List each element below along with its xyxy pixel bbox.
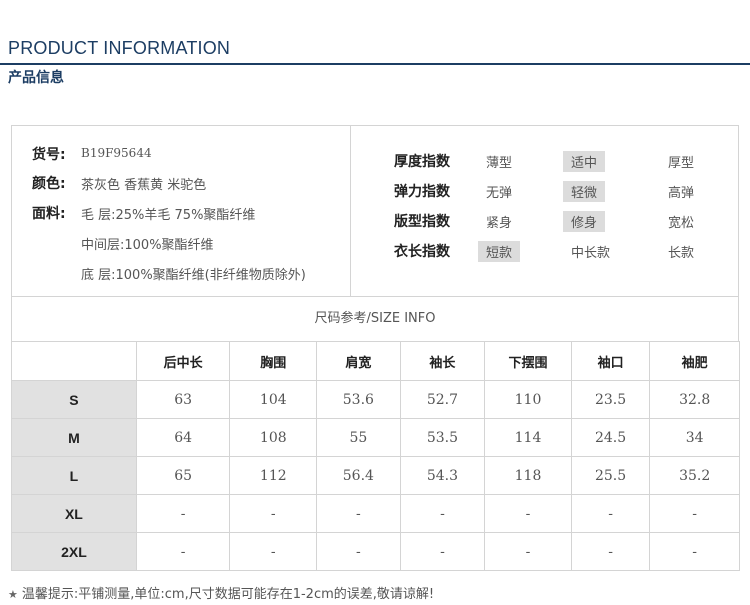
table-cell: - (570, 532, 651, 571)
table-cell: - (399, 494, 486, 533)
col-header-hem: 下摆围 (484, 341, 572, 381)
color-label: 颜色: (32, 176, 66, 192)
table-cell: 34 (649, 418, 740, 457)
col-header-chest: 胸围 (229, 341, 318, 381)
elasticity-option-high: 高弹 (668, 186, 695, 201)
elasticity-index-label: 弹力指数 (394, 184, 450, 200)
row-header-size: M (11, 418, 137, 457)
row-header-size: XL (11, 494, 137, 533)
table-cell: - (229, 532, 318, 571)
page-title-en: PRODUCT INFORMATION (8, 38, 231, 58)
table-cell: 53.6 (316, 380, 401, 419)
table-cell: 112 (229, 456, 318, 495)
table-cell: 110 (484, 380, 572, 419)
row-header-size: S (11, 380, 137, 419)
measurement-note-text: 温馨提示:平铺测量,单位:cm,尺寸数据可能存在1-2cm的误差,敬请谅解! (21, 587, 435, 602)
col-header-sleeve-width: 袖肥 (649, 341, 740, 381)
fit-option-tight: 紧身 (486, 216, 513, 231)
fit-index-label: 版型指数 (394, 214, 450, 230)
thickness-option-medium: 适中 (563, 151, 606, 172)
table-cell: 35.2 (649, 456, 740, 495)
table-cell: 63 (135, 380, 231, 419)
table-cell: 32.8 (649, 380, 740, 419)
sku-label: 货号: (32, 147, 66, 163)
table-row: S 63 104 53.6 52.7 110 23.5 32.8 (11, 380, 740, 419)
table-cell: 54.3 (399, 456, 486, 495)
table-cell: - (135, 532, 231, 571)
col-header-back-length: 后中长 (135, 341, 231, 381)
table-cell: 24.5 (570, 418, 651, 457)
table-cell: 118 (484, 456, 572, 495)
table-cell: - (229, 494, 318, 533)
elasticity-option-none: 无弹 (486, 186, 513, 201)
color-value: 茶灰色 香蕉黄 米驼色 (81, 178, 207, 193)
fabric-line-outer: 毛 层:25%羊毛 75%聚酯纤维 (81, 208, 256, 223)
table-cell: - (484, 532, 572, 571)
length-index-label: 衣长指数 (394, 244, 450, 260)
fit-option-loose: 宽松 (668, 216, 695, 231)
thickness-option-thin: 薄型 (486, 156, 513, 171)
page-title-cn: 产品信息 (8, 70, 64, 86)
row-header-size: L (11, 456, 137, 495)
length-option-mid: 中长款 (571, 246, 611, 261)
table-cell: - (135, 494, 231, 533)
table-cell: 104 (229, 380, 318, 419)
col-header-shoulder: 肩宽 (316, 341, 401, 381)
thickness-index-label: 厚度指数 (394, 154, 450, 170)
fit-option-slim: 修身 (563, 211, 606, 232)
table-cell: - (316, 532, 401, 571)
elasticity-option-slight: 轻微 (563, 181, 606, 202)
size-table-header-row: 后中长 胸围 肩宽 袖长 下摆围 袖口 袖肥 (11, 341, 740, 381)
table-row: L 65 112 56.4 54.3 118 25.5 35.2 (11, 456, 740, 495)
table-cell: 25.5 (570, 456, 651, 495)
table-corner-cell (11, 341, 137, 381)
table-row: 2XL - - - - - - - (11, 532, 740, 571)
table-cell: 23.5 (570, 380, 651, 419)
table-cell: 52.7 (399, 380, 486, 419)
fabric-label: 面料: (32, 206, 66, 222)
table-cell: - (484, 494, 572, 533)
table-cell: 114 (484, 418, 572, 457)
table-cell: 108 (229, 418, 318, 457)
table-cell: - (399, 532, 486, 571)
col-header-sleeve-length: 袖长 (399, 341, 486, 381)
table-cell: - (649, 532, 740, 571)
size-table-title: 尺码参考/SIZE INFO (11, 297, 739, 341)
fabric-line-middle: 中间层:100%聚酯纤维 (81, 238, 214, 253)
fabric-line-bottom: 底 层:100%聚酯纤维(非纤维物质除外) (81, 268, 306, 283)
table-cell: 55 (316, 418, 401, 457)
col-header-cuff: 袖口 (570, 341, 651, 381)
table-cell: 53.5 (399, 418, 486, 457)
table-row: M 64 108 55 53.5 114 24.5 34 (11, 418, 740, 457)
table-cell: 65 (135, 456, 231, 495)
title-divider (0, 63, 750, 65)
table-row: XL - - - - - - - (11, 494, 740, 533)
table-cell: - (316, 494, 401, 533)
table-cell: - (649, 494, 740, 533)
star-icon: ★ (8, 588, 18, 601)
row-header-size: 2XL (11, 532, 137, 571)
length-option-long: 长款 (668, 246, 695, 261)
size-table: 后中长 胸围 肩宽 袖长 下摆围 袖口 袖肥 S 63 104 53.6 52.… (11, 341, 740, 571)
length-option-short: 短款 (478, 241, 521, 262)
thickness-option-thick: 厚型 (668, 156, 695, 171)
table-cell: - (570, 494, 651, 533)
table-cell: 56.4 (316, 456, 401, 495)
measurement-note: ★ 温馨提示:平铺测量,单位:cm,尺寸数据可能存在1-2cm的误差,敬请谅解! (8, 583, 434, 602)
info-box-divider (350, 126, 351, 296)
sku-value: B19F95644 (81, 146, 152, 160)
table-cell: 64 (135, 418, 231, 457)
